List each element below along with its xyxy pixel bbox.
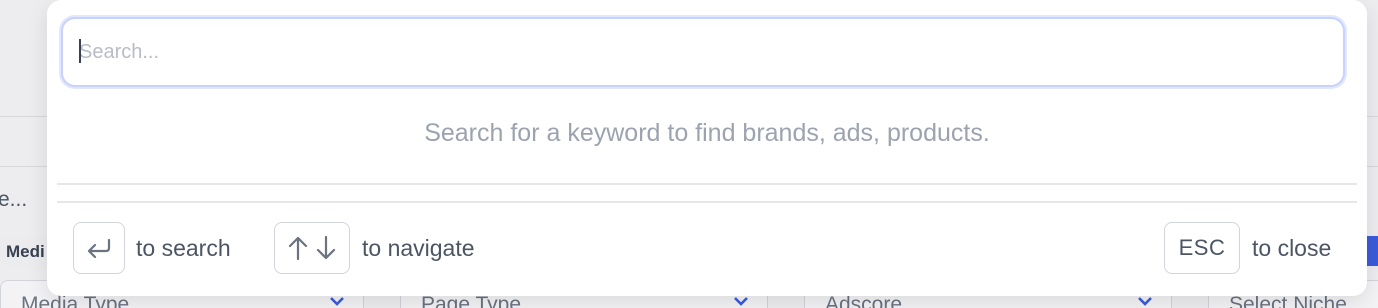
search-input[interactable] bbox=[79, 33, 1319, 71]
arrow-keys-label: to navigate bbox=[362, 235, 475, 261]
text-caret bbox=[79, 39, 81, 63]
return-arrow-icon bbox=[87, 238, 111, 259]
background-media-chip-label: Medi bbox=[6, 242, 45, 261]
arrow-keys bbox=[274, 222, 350, 274]
enter-key-label: to search bbox=[136, 235, 231, 261]
esc-key-text: ESC bbox=[1178, 235, 1226, 260]
modal-divider bbox=[57, 183, 1357, 185]
search-field[interactable] bbox=[61, 17, 1345, 87]
esc-key-label: to close bbox=[1252, 235, 1332, 261]
search-modal: Search for a keyword to find brands, ads… bbox=[47, 0, 1367, 296]
background-truncated-text: e... bbox=[0, 188, 28, 211]
search-hint: Search for a keyword to find brands, ads… bbox=[424, 119, 990, 147]
modal-divider bbox=[57, 201, 1357, 203]
arrow-up-icon bbox=[288, 236, 308, 261]
esc-key: ESC bbox=[1164, 222, 1240, 274]
enter-key bbox=[73, 222, 125, 274]
shortcut-footer: to search to navigate ESC to close bbox=[47, 222, 1367, 276]
arrow-down-icon bbox=[316, 235, 336, 260]
